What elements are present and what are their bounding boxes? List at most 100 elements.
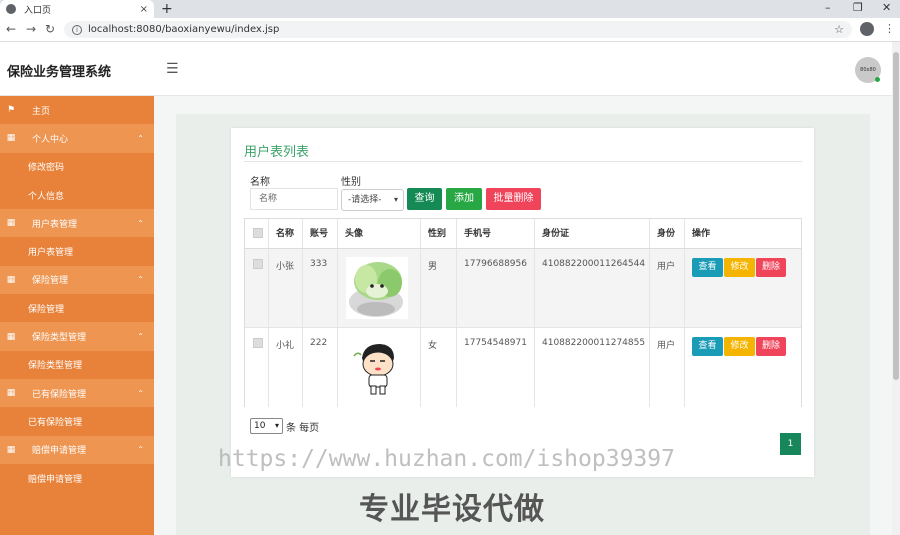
- sidebar-item[interactable]: 个人信息: [0, 180, 154, 210]
- grid-icon: ▦: [6, 444, 16, 455]
- cell-actions: 查看 修改 删除: [685, 328, 801, 407]
- info-icon[interactable]: i: [72, 24, 82, 35]
- cell-account: 222: [303, 328, 338, 407]
- view-button[interactable]: 查看: [692, 337, 723, 356]
- flag-icon: ⚑: [6, 105, 16, 116]
- chevron-up-icon: ⌃: [137, 133, 144, 143]
- gender-select-value: -请选择-: [348, 195, 382, 205]
- sidebar-item-label: 主页: [32, 106, 51, 117]
- browser-tab-bar: 入口页 × + – ❐ ✕: [0, 0, 900, 18]
- header-actions: 操作: [692, 229, 711, 239]
- gender-label: 性别: [341, 177, 361, 188]
- sidebar-item[interactable]: 用户表管理: [0, 237, 154, 266]
- sidebar-item-label: 赔偿申请管理: [28, 474, 83, 485]
- edit-button[interactable]: 修改: [724, 337, 755, 356]
- header-phone: 手机号: [457, 219, 535, 248]
- sidebar-item-label: 已有保险管理: [32, 389, 87, 400]
- cell-avatar: [338, 328, 421, 407]
- sidebar: ⚑ 主页 ▦ 个人中心 ⌃ 修改密码个人信息 ▦ 用户表管理 ⌃ 用户表管理 ▦ 保险管理 ⌃ 保险管理 ▦…: [0, 96, 154, 535]
- hamburger-menu-icon[interactable]: ☰: [166, 61, 179, 77]
- table-header-row: 名称 账号 头像 性别 手机号 身份证 身份 操作: [245, 219, 801, 249]
- forward-icon[interactable]: →: [26, 22, 36, 36]
- cell-id-card: 410882200011264544: [535, 249, 650, 327]
- scrollbar-thumb[interactable]: [893, 52, 899, 380]
- sidebar-item-label: 保险类型管理: [32, 333, 87, 344]
- sidebar-item-label: 保险管理: [28, 304, 65, 315]
- browser-tab[interactable]: 入口页 ×: [0, 0, 154, 18]
- reload-icon[interactable]: ↻: [45, 22, 55, 36]
- window-close-icon[interactable]: ✕: [882, 1, 891, 14]
- page-button-current[interactable]: 1: [780, 433, 801, 455]
- delete-button[interactable]: 删除: [756, 258, 786, 277]
- grid-icon: ▦: [6, 331, 16, 342]
- sidebar-item[interactable]: 保险类型管理: [0, 350, 154, 379]
- online-status-dot: [875, 77, 880, 82]
- cell-id-card: 410882200011274855: [535, 328, 650, 407]
- user-table: 名称 账号 头像 性别 手机号 身份证 身份 操作 小张 333 男 17796…: [244, 218, 802, 407]
- row-checkbox[interactable]: [253, 338, 263, 348]
- query-button[interactable]: 查询: [407, 188, 442, 210]
- maximize-icon[interactable]: ❐: [853, 1, 863, 14]
- back-icon[interactable]: ←: [6, 22, 16, 36]
- sidebar-item[interactable]: ▦ 保险类型管理 ⌃: [0, 322, 154, 351]
- grid-icon: ▦: [6, 218, 16, 229]
- chevron-up-icon: ⌃: [137, 445, 144, 455]
- sidebar-item-label: 已有保险管理: [28, 417, 83, 428]
- add-button[interactable]: 添加: [446, 188, 482, 210]
- cell-gender: 男: [421, 249, 457, 327]
- grid-icon: ▦: [6, 274, 16, 285]
- new-tab-icon[interactable]: +: [161, 1, 173, 17]
- close-tab-icon[interactable]: ×: [140, 4, 148, 15]
- name-label: 名称: [250, 177, 270, 188]
- sidebar-item[interactable]: 修改密码: [0, 152, 154, 181]
- select-all-checkbox[interactable]: [253, 228, 263, 238]
- sidebar-item-label: 用户表管理: [32, 219, 78, 230]
- gender-select[interactable]: -请选择- ▾: [341, 189, 404, 211]
- url-text[interactable]: localhost:8080/baoxianyewu/index.jsp: [88, 24, 834, 35]
- view-button[interactable]: 查看: [692, 258, 723, 277]
- app-header: 保险业务管理系统 ☰ 80x80: [0, 42, 892, 96]
- sidebar-item-label: 用户表管理: [28, 248, 74, 259]
- row-checkbox[interactable]: [253, 259, 263, 269]
- name-search-input[interactable]: 名称: [250, 188, 338, 210]
- header-checkbox-cell: [245, 219, 269, 248]
- page-size-suffix: 条 每页: [286, 423, 320, 434]
- page-scrollbar[interactable]: [892, 42, 900, 535]
- app-title: 保险业务管理系统: [7, 65, 112, 80]
- edit-button[interactable]: 修改: [724, 258, 755, 277]
- sidebar-item[interactable]: 赔偿申请管理: [0, 463, 154, 493]
- url-field[interactable]: i localhost:8080/baoxianyewu/index.jsp ☆: [64, 21, 852, 38]
- minimize-icon[interactable]: –: [825, 1, 831, 14]
- sidebar-item[interactable]: ▦ 赔偿申请管理 ⌃: [0, 435, 154, 464]
- cell-role: 用户: [650, 249, 685, 327]
- star-icon[interactable]: ☆: [834, 23, 844, 36]
- sidebar-item[interactable]: ▦ 用户表管理 ⌃: [0, 209, 154, 238]
- delete-button[interactable]: 删除: [756, 337, 786, 356]
- sidebar-item[interactable]: 保险管理: [0, 294, 154, 323]
- watermark-url: https://www.huzhan.com/ishop39397: [218, 446, 675, 472]
- cell-phone: 17796688956: [457, 249, 535, 327]
- sidebar-item-label: 修改密码: [28, 163, 65, 174]
- sidebar-item-label: 赔偿申请管理: [32, 446, 87, 457]
- title-divider: [244, 161, 802, 162]
- header-role: 身份: [650, 219, 685, 248]
- sidebar-item[interactable]: ▦ 已有保险管理 ⌃: [0, 378, 154, 408]
- chevron-down-icon: ▾: [274, 421, 279, 430]
- sidebar-item[interactable]: ▦ 保险管理 ⌃: [0, 265, 154, 295]
- header-name: 名称: [269, 219, 303, 248]
- sidebar-item[interactable]: ▦ 个人中心 ⌃: [0, 124, 154, 153]
- sidebar-item[interactable]: 已有保险管理: [0, 407, 154, 436]
- profile-icon[interactable]: [860, 22, 874, 36]
- header-id-card: 身份证: [535, 219, 650, 248]
- batch-delete-button[interactable]: 批量删除: [486, 188, 541, 210]
- cell-name: 小张: [269, 249, 303, 327]
- cell-name: 小礼: [269, 328, 303, 407]
- table-row: 小张 333 男 17796688956 410882200011264544: [245, 249, 801, 328]
- sidebar-item[interactable]: ⚑ 主页: [0, 96, 154, 125]
- browser-menu-icon[interactable]: ⋮: [884, 22, 895, 35]
- header-avatar: 头像: [338, 219, 421, 248]
- cell-phone: 17754548971: [457, 328, 535, 407]
- cell-avatar: [338, 249, 421, 327]
- page-size-select[interactable]: 10 ▾: [250, 418, 283, 434]
- tab-title: 入口页: [24, 5, 52, 16]
